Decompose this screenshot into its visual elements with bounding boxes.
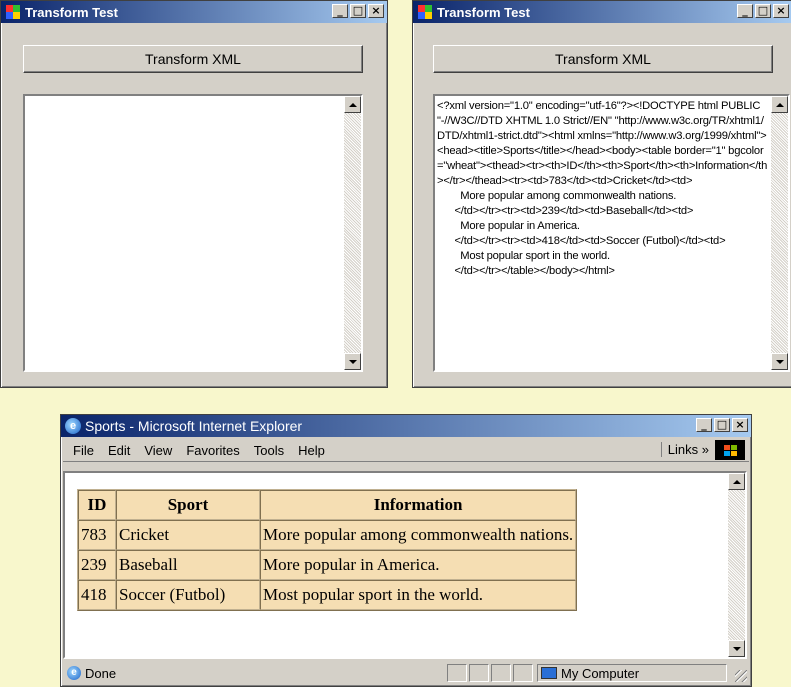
status-text: Done xyxy=(85,665,117,681)
close-icon[interactable]: × xyxy=(732,418,748,432)
cell-sport: Cricket xyxy=(116,520,260,550)
scroll-up-icon[interactable] xyxy=(728,473,745,490)
right-window-titlebar[interactable]: Transform Test _ □ × xyxy=(413,1,791,23)
table-row: 239 Baseball More popular in America. xyxy=(78,550,577,580)
links-button[interactable]: Links » xyxy=(660,442,709,457)
windows-form-icon xyxy=(5,4,21,20)
status-segment xyxy=(491,664,511,682)
menu-tools[interactable]: Tools xyxy=(254,443,284,458)
cell-sport: Soccer (Futbol) xyxy=(116,580,260,610)
computer-icon xyxy=(541,667,557,679)
transform-xml-button[interactable]: Transform XML xyxy=(23,45,363,73)
maximize-icon[interactable]: □ xyxy=(350,4,366,18)
left-window: Transform Test _ □ × Transform XML xyxy=(0,0,388,388)
header-sport: Sport xyxy=(116,490,260,520)
maximize-icon[interactable]: □ xyxy=(755,4,771,18)
minimize-icon[interactable]: _ xyxy=(737,4,753,18)
table-row: 783 Cricket More popular among commonwea… xyxy=(78,520,577,550)
scroll-down-icon[interactable] xyxy=(344,353,361,370)
browser-window: e Sports - Microsoft Internet Explorer _… xyxy=(60,414,752,687)
right-window: Transform Test _ □ × Transform XML <?xml… xyxy=(412,0,791,388)
menu-help[interactable]: Help xyxy=(298,443,325,458)
browser-page: ID Sport Information 783 Cricket More po… xyxy=(63,471,747,659)
cell-id: 418 xyxy=(78,580,116,610)
menu-edit[interactable]: Edit xyxy=(108,443,130,458)
cell-id: 239 xyxy=(78,550,116,580)
resize-grip-icon[interactable] xyxy=(735,670,747,682)
output-textbox[interactable] xyxy=(23,94,363,372)
cell-information: More popular in America. xyxy=(260,550,577,580)
zone-segment: My Computer xyxy=(537,664,727,682)
menu-favorites[interactable]: Favorites xyxy=(186,443,239,458)
cell-information: Most popular sport in the world. xyxy=(260,580,577,610)
scroll-down-icon[interactable] xyxy=(771,353,788,370)
menu-bar: File Edit View Favorites Tools Help Link… xyxy=(63,439,749,462)
right-window-title: Transform Test xyxy=(437,4,530,20)
links-chevron: » xyxy=(701,442,709,457)
ie-icon: e xyxy=(65,418,81,434)
scroll-down-icon[interactable] xyxy=(728,640,745,657)
table-row: 418 Soccer (Futbol) Most popular sport i… xyxy=(78,580,577,610)
minimize-icon[interactable]: _ xyxy=(696,418,712,432)
sports-table: ID Sport Information 783 Cricket More po… xyxy=(77,489,578,611)
cell-id: 783 xyxy=(78,520,116,550)
ie-icon: e xyxy=(67,666,81,680)
status-bar: e Done My Computer xyxy=(63,662,749,684)
scroll-up-icon[interactable] xyxy=(344,96,361,113)
close-icon[interactable]: × xyxy=(368,4,384,18)
maximize-icon[interactable]: □ xyxy=(714,418,730,432)
windows-logo-icon xyxy=(715,440,745,460)
menu-view[interactable]: View xyxy=(144,443,172,458)
windows-form-icon xyxy=(417,4,433,20)
transform-xml-button[interactable]: Transform XML xyxy=(433,45,773,73)
minimize-icon[interactable]: _ xyxy=(332,4,348,18)
header-id: ID xyxy=(78,490,116,520)
output-text: <?xml version="1.0" encoding="utf-16"?><… xyxy=(437,100,768,277)
status-segment xyxy=(469,664,489,682)
header-information: Information xyxy=(260,490,577,520)
cell-information: More popular among commonwealth nations. xyxy=(260,520,577,550)
browser-titlebar[interactable]: e Sports - Microsoft Internet Explorer _… xyxy=(61,415,751,437)
vertical-scrollbar[interactable] xyxy=(728,473,745,657)
vertical-scrollbar[interactable] xyxy=(771,96,788,370)
scroll-up-icon[interactable] xyxy=(771,96,788,113)
left-window-titlebar[interactable]: Transform Test _ □ × xyxy=(1,1,387,23)
status-segment xyxy=(513,664,533,682)
browser-title: Sports - Microsoft Internet Explorer xyxy=(85,418,303,434)
menu-file[interactable]: File xyxy=(73,443,94,458)
zone-text: My Computer xyxy=(561,665,640,681)
links-label: Links xyxy=(667,442,699,457)
vertical-scrollbar[interactable] xyxy=(344,96,361,370)
output-textbox[interactable]: <?xml version="1.0" encoding="utf-16"?><… xyxy=(433,94,790,372)
status-segment xyxy=(447,664,467,682)
cell-sport: Baseball xyxy=(116,550,260,580)
left-window-title: Transform Test xyxy=(25,4,118,20)
close-icon[interactable]: × xyxy=(773,4,789,18)
